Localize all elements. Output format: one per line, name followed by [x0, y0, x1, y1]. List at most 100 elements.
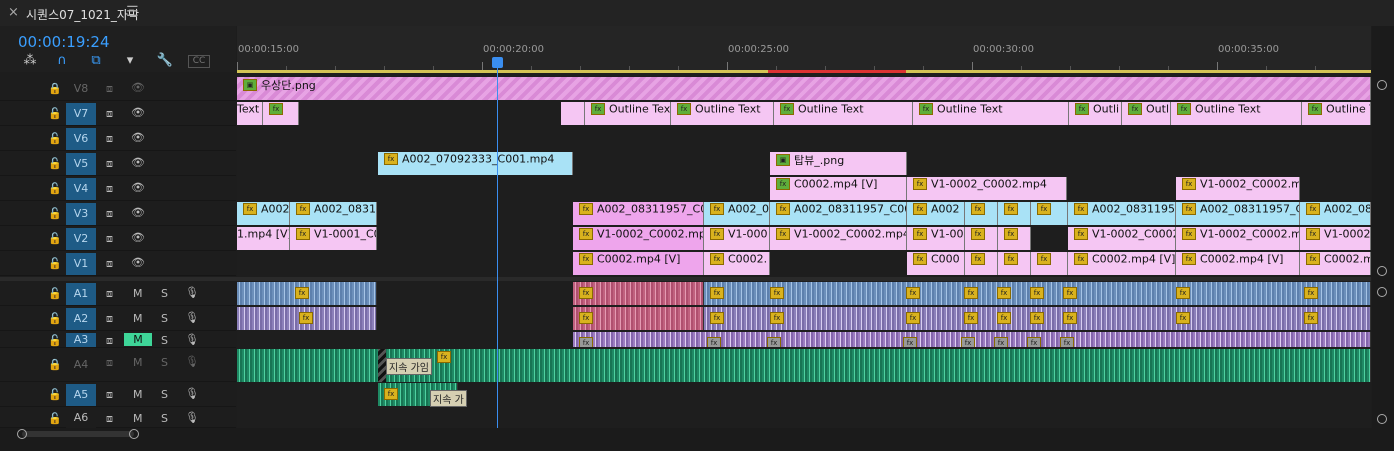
sync-lock-icon[interactable]: ⧈ [106, 388, 113, 402]
sync-lock-icon[interactable]: ⧈ [106, 287, 113, 301]
clip[interactable]: fx Outl [1122, 102, 1171, 125]
solo-button[interactable]: S [161, 334, 168, 347]
sequence-tab-title[interactable]: 시퀀스07_1021_자막 [26, 6, 139, 23]
clip[interactable]: Text [237, 102, 263, 125]
clip[interactable]: fx C000 [907, 252, 965, 275]
mute-button[interactable]: M [124, 333, 152, 346]
sync-lock-icon[interactable]: ⧈ [106, 207, 113, 221]
clip[interactable]: fxOutline Text [913, 102, 1069, 125]
mute-button[interactable]: M [133, 356, 143, 369]
track-name[interactable]: V1 [66, 253, 96, 275]
clip[interactable]: fx C0002. [704, 252, 770, 275]
lock-icon[interactable]: 🔒 [48, 358, 62, 371]
clip[interactable]: fx [965, 252, 998, 275]
eye-icon[interactable]: 👁 [131, 131, 145, 144]
clip[interactable]: fx [998, 202, 1031, 225]
eye-icon[interactable]: 👁 [131, 181, 145, 194]
lock-icon[interactable]: 🔓 [48, 257, 62, 270]
clip[interactable]: fxOutline Text [774, 102, 913, 125]
clip[interactable]: fx [998, 252, 1031, 275]
lock-icon[interactable]: 🔒 [48, 82, 62, 95]
clip[interactable]: fxV1-0002_C0002.mp4 [ [573, 227, 704, 250]
track-name[interactable]: V2 [66, 228, 96, 250]
track-name[interactable]: A1 [66, 283, 96, 305]
clip[interactable]: 1.mp4 [V] [237, 227, 290, 250]
lock-icon[interactable]: 🔓 [48, 182, 62, 195]
clip[interactable] [561, 102, 585, 125]
sync-lock-icon[interactable]: ⧈ [106, 312, 113, 326]
audio-transition-label[interactable]: 지속 가임 [386, 358, 432, 375]
clip[interactable]: fx V1-0001_C0 [290, 227, 377, 250]
clip[interactable]: ▣ 탑뷰_.png [770, 152, 907, 175]
mute-button[interactable]: M [133, 388, 143, 401]
sync-lock-icon[interactable]: ⧈ [106, 182, 113, 196]
eye-icon[interactable]: 👁 [131, 106, 145, 119]
clip[interactable]: fx V1-0002_C0002.mp [1176, 227, 1300, 250]
solo-button[interactable]: S [161, 388, 168, 401]
zoom-handle-right[interactable] [129, 429, 139, 439]
clip[interactable]: fxV1-0002_C0002.mp4 [V [770, 227, 907, 250]
microphone-icon[interactable]: 🎙 [185, 286, 199, 299]
clip[interactable]: fx [998, 227, 1031, 250]
lock-icon[interactable]: 🔓 [48, 312, 62, 325]
clip[interactable]: fx V1-000 [704, 227, 770, 250]
sync-lock-icon[interactable]: ⧈ [106, 232, 113, 246]
track-name[interactable]: V8 [66, 78, 96, 100]
transition-marker[interactable] [378, 349, 386, 382]
clip[interactable]: fx A002 [237, 202, 290, 225]
audio-clip[interactable]: fx [573, 282, 704, 305]
solo-button[interactable]: S [161, 412, 168, 425]
solo-button[interactable]: S [161, 312, 168, 325]
lock-icon[interactable]: 🔓 [48, 107, 62, 120]
mute-button[interactable]: M [133, 412, 143, 425]
clip[interactable]: fx C0002.mp4 [V] [1068, 252, 1176, 275]
eye-icon[interactable]: 👁 [131, 81, 145, 94]
sync-lock-icon[interactable]: ⧈ [106, 257, 113, 271]
nest-toggle-icon[interactable]: ⁂ [20, 53, 40, 69]
solo-button[interactable]: S [161, 356, 168, 369]
mute-button[interactable]: M [133, 287, 143, 300]
lock-icon[interactable]: 🔓 [48, 287, 62, 300]
panel-menu-icon[interactable]: ☰ [126, 4, 139, 20]
lock-icon[interactable]: 🔓 [48, 388, 62, 401]
clip[interactable]: fx A002 [907, 202, 965, 225]
clip[interactable]: fx Outli [1069, 102, 1122, 125]
video-audio-divider[interactable] [0, 277, 1371, 281]
clip[interactable]: fxOutline Text [1171, 102, 1302, 125]
clip[interactable]: fx V1-0002_C0002. [1068, 227, 1176, 250]
track-name[interactable]: A3 [66, 333, 96, 347]
microphone-icon[interactable]: 🎙 [185, 387, 199, 400]
clip[interactable]: fxOutline Text [585, 102, 671, 125]
vscroll-handle-bottom[interactable] [1377, 414, 1387, 424]
clip[interactable]: fx V1-0002_C0002.mp4 [907, 177, 1067, 200]
sync-lock-icon[interactable]: ⧈ [106, 356, 113, 370]
clip[interactable]: fx [1031, 252, 1068, 275]
playhead-handle[interactable] [492, 57, 503, 68]
sync-lock-icon[interactable]: ⧈ [106, 132, 113, 146]
vscroll-handle-bottom[interactable] [1377, 266, 1387, 276]
audio-clip[interactable]: fx [237, 307, 377, 330]
clip[interactable]: fxOutline Text [671, 102, 774, 125]
timeline-settings-icon[interactable]: 🔧 [155, 53, 175, 69]
audio-clip[interactable]: fx fx fx fx fx fx fx fx fx [704, 282, 1371, 305]
clip[interactable]: fx [965, 227, 998, 250]
clip[interactable]: fxA002_08311957_C008. [770, 202, 907, 225]
eye-icon[interactable]: 👁 [131, 256, 145, 269]
microphone-icon[interactable]: 🎙 [185, 333, 199, 346]
clip[interactable]: fx A002_08311 [290, 202, 377, 225]
clip[interactable]: fxOutline Text [1302, 102, 1371, 125]
clip[interactable]: fx C0002.mp4 [V] [1176, 252, 1300, 275]
playhead-timecode[interactable]: 00:00:19:24 [18, 33, 110, 51]
clip[interactable]: fx C0002.mp4 [V] [770, 177, 907, 200]
audio-clip[interactable]: fx [573, 307, 704, 330]
captions-icon[interactable]: CC [188, 55, 210, 68]
clip[interactable]: fx A002_07092333_C001.mp4 [378, 152, 573, 175]
track-name[interactable]: V4 [66, 178, 96, 200]
lock-icon[interactable]: 🔓 [48, 412, 62, 425]
sync-lock-icon[interactable]: ⧈ [106, 82, 113, 96]
horizontal-scrollbar[interactable] [0, 428, 1394, 451]
microphone-icon[interactable]: 🎙 [185, 411, 199, 424]
lock-icon[interactable]: 🔓 [48, 334, 62, 347]
clip[interactable]: fx A002_08311957 [1068, 202, 1176, 225]
track-name[interactable]: A4 [66, 354, 96, 376]
